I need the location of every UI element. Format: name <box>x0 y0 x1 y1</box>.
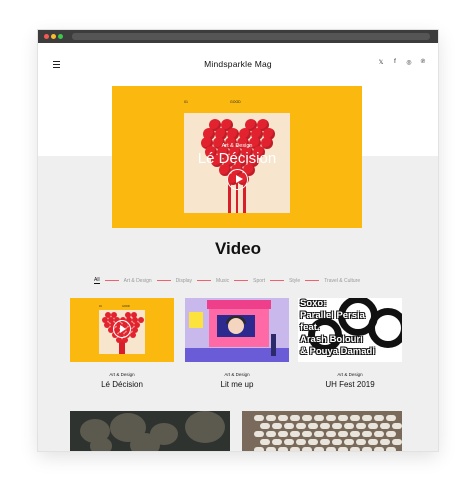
play-icon[interactable] <box>227 169 248 190</box>
bottle-illustration <box>271 334 276 356</box>
hero-category: Art & Design <box>221 143 253 149</box>
filter-display[interactable]: Display <box>176 278 192 284</box>
filter-separator <box>234 280 249 281</box>
poster-line: Arash Bolouri <box>300 334 363 345</box>
twitter-icon[interactable]: 𝕏 <box>378 59 384 66</box>
close-dot-icon[interactable] <box>44 34 49 39</box>
social-links: 𝕏 f ◎ ℗ <box>378 59 426 66</box>
minimize-dot-icon[interactable] <box>51 34 56 39</box>
hero-tag-right: GOOD <box>230 100 241 104</box>
site-header: Mindsparkle Mag 𝕏 f ◎ ℗ <box>38 43 438 85</box>
instagram-icon[interactable]: ◎ <box>406 59 412 66</box>
category-filters: All Art & Design Display Music Sport Sty… <box>94 277 360 284</box>
pinterest-icon[interactable]: ℗ <box>420 59 426 66</box>
card-category[interactable]: Art & Design <box>298 372 402 377</box>
poster-line: Parallel Persia <box>300 310 365 321</box>
filter-travel-culture[interactable]: Travel & Culture <box>324 278 360 284</box>
video-thumbnail[interactable]: Soxo: Parallel Persia feat. Arash Bolour… <box>298 298 402 362</box>
filter-separator <box>104 280 119 281</box>
section-title: Video <box>215 239 261 258</box>
facebook-icon[interactable]: f <box>392 59 398 66</box>
play-icon[interactable] <box>113 320 131 338</box>
card-title[interactable]: Lit me up <box>185 380 289 389</box>
video-thumbnail[interactable] <box>185 298 289 362</box>
card-title[interactable]: UH Fest 2019 <box>298 380 402 389</box>
card-category[interactable]: Art & Design <box>70 372 174 377</box>
video-thumbnail[interactable] <box>70 411 230 451</box>
filter-style[interactable]: Style <box>289 278 300 284</box>
hero-artwork: Art & Design Lé Décision <box>184 113 290 213</box>
filter-separator <box>270 280 285 281</box>
hero-title: Lé Décision <box>197 150 277 167</box>
poster-line: & Pouya Damadi <box>300 346 375 357</box>
browser-window: Mindsparkle Mag 𝕏 f ◎ ℗ 01 GOOD Art & De… <box>38 30 438 451</box>
card-title[interactable]: Lé Décision <box>70 380 174 389</box>
filter-separator <box>197 280 212 281</box>
filter-separator <box>305 280 320 281</box>
filter-art-design[interactable]: Art & Design <box>124 278 152 284</box>
poster-line: feat. <box>300 322 320 333</box>
card-category[interactable]: Art & Design <box>185 372 289 377</box>
filter-separator <box>156 280 171 281</box>
video-thumbnail[interactable] <box>242 411 402 451</box>
maximize-dot-icon[interactable] <box>58 34 63 39</box>
filter-sport[interactable]: Sport <box>253 278 265 284</box>
browser-chrome <box>38 30 438 43</box>
featured-video[interactable]: 01 GOOD Art & Design Lé Décision <box>112 86 362 228</box>
thumbnail-tag-right: GOOD <box>122 305 130 308</box>
address-bar[interactable] <box>72 33 430 40</box>
person-illustration <box>228 318 244 334</box>
thumbnail-tag-left: 01 <box>99 305 102 308</box>
filter-all[interactable]: All <box>94 277 100 284</box>
filter-music[interactable]: Music <box>216 278 229 284</box>
hero-tag-left: 01 <box>184 100 188 104</box>
poster-line: Soxo: <box>300 298 327 309</box>
video-thumbnail[interactable]: 01 GOOD <box>70 298 174 362</box>
